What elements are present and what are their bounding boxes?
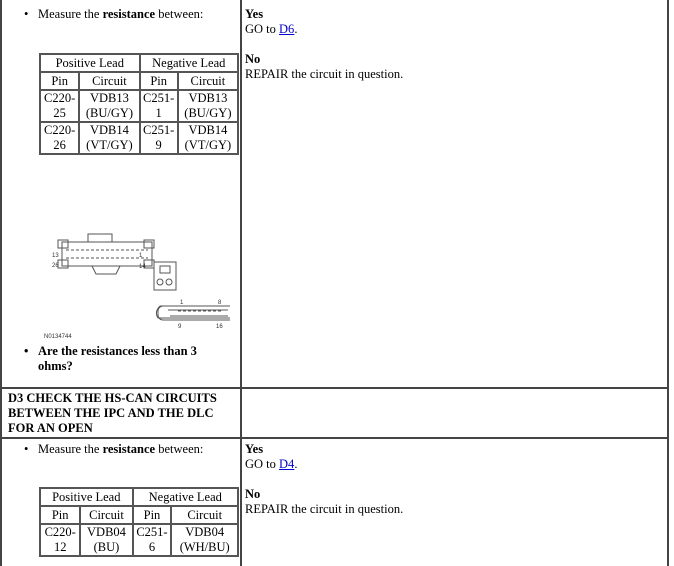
header: Circuit [78,71,141,91]
yes-result: Yes GO to D6. [245,7,298,36]
pin-label: 13 [52,253,59,259]
pin-label: 9 [178,324,182,330]
header: Pin [38,505,82,525]
header: Pin [138,71,179,91]
go-to-link[interactable]: D4 [279,457,294,471]
cell: C220-12 [38,523,82,557]
yes-result: Yes GO to D4. [245,442,298,471]
cell: VDB13 (BU/GY) [176,89,240,123]
step-d2-result-cell: Yes GO to D6. No REPAIR the circuit in que… [240,0,669,389]
figure-label: N0134744 [44,334,72,340]
header: Negative Lead [131,487,240,507]
no-result: No REPAIR the circuit in question. [245,487,404,516]
go-to-link[interactable]: D6 [279,22,294,36]
cell: VDB14 (VT/GY) [78,121,141,155]
cell: C251-9 [138,121,179,155]
empty-cell [240,387,669,439]
instruction: Measure the resistance between: [24,442,203,457]
table-row: C220-26 VDB14 (VT/GY) C251-9 VDB14 (VT/GY) [38,121,240,155]
step-title: D3 CHECK THE HS-CAN CIRCUITS BETWEEN THE… [8,391,217,435]
header: Negative Lead [138,53,240,73]
step-d3-action-cell: Measure the resistance between: Positive… [0,437,242,566]
step-d2-action-cell: Measure the resistance between: Positive… [0,0,242,389]
cell: C251-6 [131,523,173,557]
cell: C220-25 [38,89,81,123]
cell: VDB13 (BU/GY) [78,89,141,123]
step-d3-result-cell: Yes GO to D4. No REPAIR the circuit in que… [240,437,669,566]
pin-label: 16 [216,324,223,330]
header: Pin [38,71,81,91]
cell: C251-1 [138,89,179,123]
header: Positive Lead [39,487,134,507]
table-row: C220-25 VDB13 (BU/GY) C251-1 VDB13 (BU/GY) [38,89,240,123]
cell: VDB04 (WH/BU) [170,523,239,557]
pin-label: 8 [218,300,222,306]
header: Circuit [79,505,134,525]
cell: C220-26 [38,121,81,155]
header: Pin [131,505,173,525]
no-result: No REPAIR the circuit in question. [245,52,404,81]
question: Are the resistances less than 3 ohms? [24,344,218,374]
cell: VDB14 (VT/GY) [176,121,240,155]
procedure-page: Measure the resistance between: Positive… [0,0,674,566]
header: Circuit [170,505,239,525]
leads-table: Positive Lead Negative Lead Pin Circuit Pin… [38,53,240,155]
header: Circuit [176,71,240,91]
cell: VDB04 (BU) [79,523,134,557]
pin-label: 14 [139,264,146,270]
leads-table: Positive Lead Negative Lead Pin Circuit Pin… [38,487,240,557]
instruction: Measure the resistance between: [24,7,203,22]
pin-label: 1 [180,300,184,306]
connector-diagram: 13 1 26 14 1 8 9 16 N0134744 [44,233,230,340]
table-row: C220-12 VDB04 (BU) C251-6 VDB04 (WH/BU) [38,523,239,557]
pin-label: 26 [52,263,59,269]
header: Positive Lead [39,53,141,73]
step-d3-title-cell: D3 CHECK THE HS-CAN CIRCUITS BETWEEN THE… [0,387,242,439]
